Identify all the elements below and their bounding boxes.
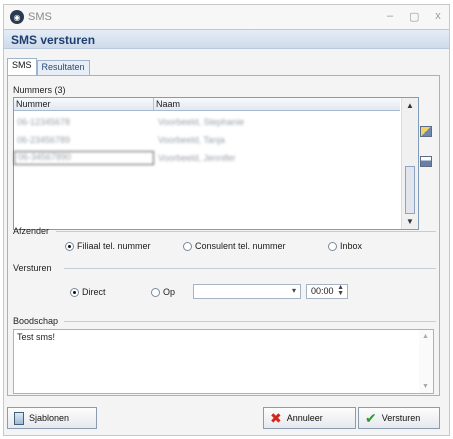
- radio-button[interactable]: [183, 241, 192, 251]
- radio-label: Filiaal tel. nummer: [77, 241, 151, 251]
- message-group-label: Boodschap: [13, 316, 59, 326]
- column-header-nummer[interactable]: Nummer: [14, 98, 154, 110]
- divider: [64, 321, 436, 322]
- send-option-op[interactable]: Op: [151, 287, 175, 297]
- scroll-down-icon[interactable]: ▼: [422, 383, 429, 390]
- app-icon: ◉: [10, 10, 24, 24]
- sender-option-filiaal[interactable]: Filiaal tel. nummer: [65, 241, 151, 251]
- scroll-thumb[interactable]: [405, 166, 415, 214]
- radio-button[interactable]: [65, 241, 74, 251]
- column-header-naam[interactable]: Naam: [154, 98, 180, 110]
- send-button[interactable]: ✔ Versturen: [358, 407, 440, 429]
- date-picker[interactable]: ▾: [193, 284, 301, 299]
- templates-button[interactable]: Sjablonen: [7, 407, 97, 429]
- cross-icon: ✖: [270, 410, 282, 426]
- time-value: 00:00: [311, 286, 334, 296]
- address-book-icon[interactable]: [420, 126, 432, 137]
- grid-scrollbar[interactable]: ▲ ▼: [401, 98, 418, 229]
- page-title: SMS versturen: [11, 33, 96, 47]
- table-row[interactable]: 06-12345678 Voorbeeld, Stephanie: [14, 114, 400, 130]
- scroll-up-icon[interactable]: ▲: [422, 333, 429, 340]
- radio-label: Op: [163, 287, 176, 297]
- divider: [64, 268, 436, 269]
- cell-nummer: 06-12345678: [17, 117, 71, 127]
- document-icon: [14, 411, 24, 425]
- header-band: SMS versturen: [4, 29, 449, 49]
- numbers-grid[interactable]: Nummer Naam 06-12345678 Voorbeeld, Steph…: [13, 97, 419, 230]
- message-text: Test sms!: [17, 332, 56, 342]
- sender-option-consulent[interactable]: Consulent tel. nummer: [183, 241, 286, 251]
- send-group-label: Versturen: [13, 263, 52, 273]
- radio-label: Direct: [82, 287, 106, 297]
- divider: [56, 231, 436, 232]
- cell-naam: Voorbeeld, Tanja: [158, 135, 225, 145]
- tab-sms[interactable]: SMS: [7, 58, 37, 76]
- sms-tab-panel: Nummers (3) Nummer Naam 06-12345678 Voor…: [7, 75, 440, 396]
- cell-nummer: 06-23456789: [17, 135, 71, 145]
- message-scrollbar[interactable]: ▲ ▼: [419, 330, 433, 393]
- button-label: Versturen: [381, 413, 421, 423]
- message-textarea[interactable]: Test sms! ▲ ▼: [13, 329, 434, 394]
- scroll-down-icon[interactable]: ▼: [406, 217, 414, 226]
- sender-group-label: Afzender: [13, 226, 50, 236]
- maximize-icon[interactable]: ▢: [409, 10, 419, 23]
- radio-button[interactable]: [151, 287, 160, 297]
- button-label: Annuleer: [286, 413, 323, 423]
- spinner-icon[interactable]: ▲ ▼: [337, 284, 344, 297]
- radio-label: Inbox: [340, 241, 363, 251]
- window-title: SMS: [28, 11, 52, 23]
- grid-header: Nummer Naam: [14, 98, 400, 111]
- tab-resultaten[interactable]: Resultaten: [36, 60, 90, 76]
- radio-label: Consulent tel. nummer: [195, 241, 286, 251]
- cancel-button[interactable]: ✖ Annuleer: [263, 407, 356, 429]
- minimize-icon[interactable]: –: [385, 10, 395, 23]
- title-bar: ◉ SMS – ▢ x: [4, 5, 449, 29]
- cell-naam: Voorbeeld, Stephanie: [158, 117, 245, 127]
- sender-option-inbox[interactable]: Inbox: [328, 241, 362, 251]
- table-row-selected[interactable]: 06-34567890 Voorbeeld, Jennifer: [14, 150, 400, 166]
- scroll-up-icon[interactable]: ▲: [406, 101, 414, 110]
- table-row[interactable]: 06-23456789 Voorbeeld, Tanja: [14, 132, 400, 148]
- checkmark-icon: ✔: [365, 410, 377, 426]
- radio-button[interactable]: [328, 241, 337, 251]
- send-option-direct[interactable]: Direct: [70, 287, 106, 297]
- time-input[interactable]: 00:00 ▲ ▼: [306, 284, 348, 299]
- import-list-icon[interactable]: [420, 156, 432, 167]
- cell-nummer[interactable]: 06-34567890: [14, 151, 154, 165]
- chevron-down-icon[interactable]: ▾: [292, 286, 296, 295]
- numbers-group-label: Nummers (3): [13, 85, 66, 95]
- close-icon[interactable]: x: [433, 10, 443, 23]
- cell-naam: Voorbeeld, Jennifer: [158, 153, 236, 163]
- button-label: Sjablonen: [29, 413, 70, 423]
- tab-bar: SMS Resultaten: [7, 58, 90, 76]
- radio-button[interactable]: [70, 287, 79, 297]
